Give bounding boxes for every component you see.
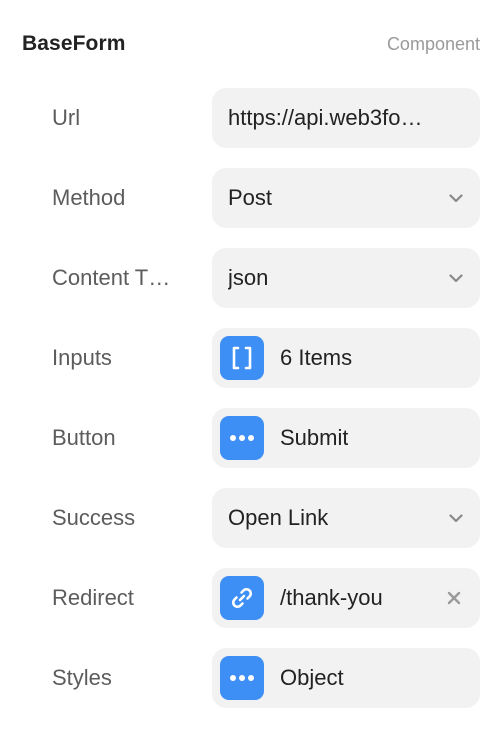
property-label-button: Button xyxy=(52,425,116,450)
url-value: https://api.web3fo… xyxy=(228,105,423,130)
ellipsis-icon xyxy=(220,656,264,700)
property-row-redirect: Redirect /thank-you xyxy=(0,568,504,628)
chevron-down-icon xyxy=(446,268,466,288)
method-select[interactable]: Post xyxy=(212,168,480,228)
brackets-icon xyxy=(220,336,264,380)
property-row-url: Url https://api.web3fo… xyxy=(0,88,504,148)
properties-panel: BaseForm Component Url https://api.web3f… xyxy=(0,0,504,740)
property-label-styles: Styles xyxy=(52,665,112,690)
content-type-value: json xyxy=(228,265,269,290)
clear-icon[interactable] xyxy=(444,588,464,608)
property-row-inputs: Inputs 6 Items xyxy=(0,328,504,388)
chevron-down-icon xyxy=(446,508,466,528)
component-type-label: Component xyxy=(386,33,480,54)
property-row-button: Button Submit xyxy=(0,408,504,468)
success-value: Open Link xyxy=(228,505,329,530)
property-label-method: Method xyxy=(52,185,126,210)
button-value: Submit xyxy=(280,425,349,450)
content-type-select[interactable]: json xyxy=(212,248,480,308)
redirect-link-field[interactable]: /thank-you xyxy=(212,568,480,628)
ellipsis-icon xyxy=(220,416,264,460)
chevron-down-icon xyxy=(446,188,466,208)
property-row-styles: Styles Object xyxy=(0,648,504,708)
property-label-success: Success xyxy=(52,505,136,530)
method-value: Post xyxy=(228,185,273,210)
property-label-inputs: Inputs xyxy=(52,345,112,370)
url-input[interactable]: https://api.web3fo… xyxy=(212,88,480,148)
link-icon xyxy=(220,576,264,620)
property-label-content-type: Content T… xyxy=(52,265,171,290)
panel-header: BaseForm Component xyxy=(22,24,480,64)
inputs-value: 6 Items xyxy=(280,345,353,370)
property-label-url: Url xyxy=(52,105,81,130)
button-object-button[interactable]: Submit xyxy=(212,408,480,468)
redirect-value: /thank-you xyxy=(280,585,383,610)
property-row-success: Success Open Link xyxy=(0,488,504,548)
component-title: BaseForm xyxy=(22,32,126,55)
success-select[interactable]: Open Link xyxy=(212,488,480,548)
property-row-method: Method Post xyxy=(0,168,504,228)
styles-object-button[interactable]: Object xyxy=(212,648,480,708)
inputs-array-button[interactable]: 6 Items xyxy=(212,328,480,388)
property-label-redirect: Redirect xyxy=(52,585,134,610)
styles-value: Object xyxy=(280,665,344,690)
property-row-content-type: Content T… json xyxy=(0,248,504,308)
